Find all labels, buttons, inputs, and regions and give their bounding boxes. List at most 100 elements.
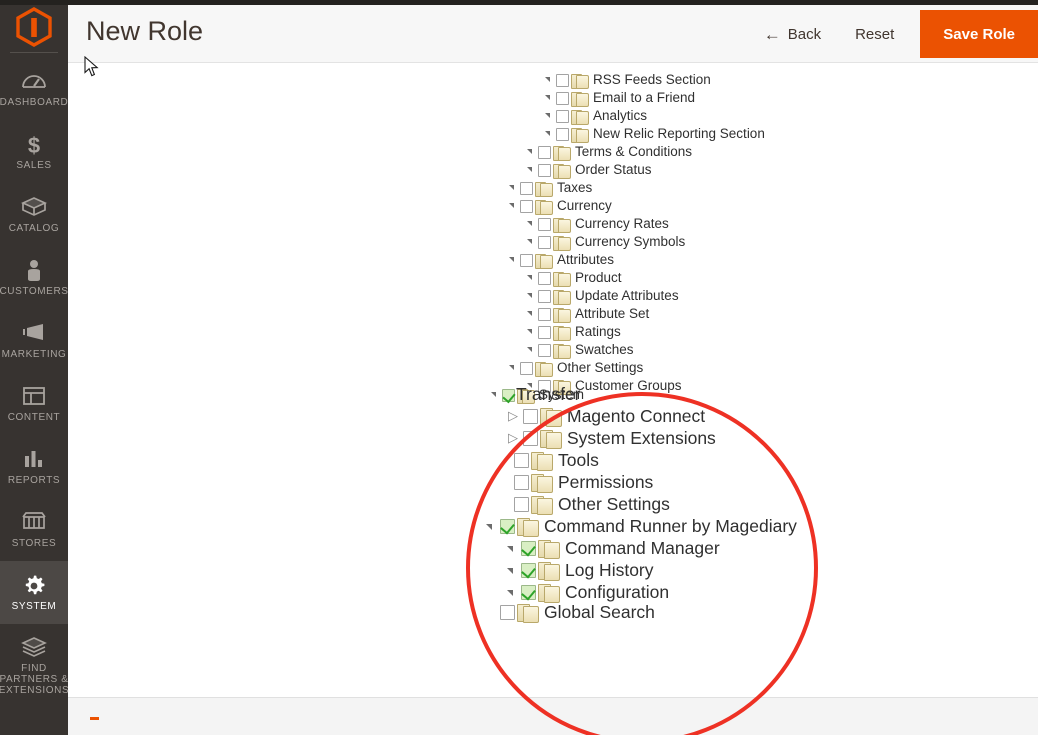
tree-node[interactable]: Attributes (507, 251, 614, 269)
tree-node-label: Log History (565, 560, 654, 580)
tree-node-checkbox[interactable] (538, 289, 551, 303)
tree-node[interactable]: System Extensions (507, 426, 716, 450)
tree-node-checkbox[interactable] (556, 109, 569, 123)
sidebar-item-marketing[interactable]: MARKETING (0, 309, 68, 372)
tree-node-checkbox[interactable] (520, 199, 533, 213)
tree-collapse-icon[interactable] (525, 305, 538, 323)
tree-collapse-icon[interactable] (525, 215, 538, 233)
tree-collapse-icon[interactable] (507, 197, 520, 215)
tree-node-checkbox[interactable] (500, 519, 515, 534)
sidebar-item-catalog[interactable]: CATALOG (0, 183, 68, 246)
tree-collapse-icon[interactable] (507, 179, 520, 197)
person-icon (25, 259, 43, 283)
tree-node[interactable]: Email to a Friend (543, 89, 695, 107)
tree-collapse-icon[interactable] (543, 125, 556, 143)
tree-node-checkbox[interactable] (538, 307, 551, 321)
sidebar-item-sales[interactable]: $ SALES (0, 120, 68, 183)
save-role-button[interactable]: Save Role (920, 10, 1038, 58)
tree-node-checkbox[interactable] (538, 217, 551, 231)
tree-node-checkbox[interactable] (520, 253, 533, 267)
tree-node[interactable]: Command Runner by Magediary (484, 515, 797, 538)
sidebar-item-system[interactable]: SYSTEM (0, 561, 68, 624)
tree-node-checkbox[interactable] (514, 497, 529, 512)
tree-node-checkbox[interactable] (502, 388, 515, 402)
tree-node-checkbox[interactable] (538, 343, 551, 357)
tree-collapse-icon[interactable] (484, 515, 500, 538)
tree-node[interactable]: Tools (498, 449, 599, 472)
tree-node-checkbox[interactable] (538, 271, 551, 285)
tree-collapse-icon[interactable] (525, 143, 538, 161)
tree-node[interactable]: Command Manager (505, 537, 720, 560)
tree-node-checkbox[interactable] (556, 91, 569, 105)
sidebar-item-find-partners-extensions[interactable]: FIND PARTNERS & EXTENSIONS (0, 624, 69, 708)
folder-icon (531, 451, 553, 471)
tree-node[interactable]: Terms & Conditions (525, 143, 692, 161)
tree-node-checkbox[interactable] (523, 409, 538, 424)
tree-expand-icon[interactable] (507, 404, 523, 428)
tree-collapse-icon[interactable] (505, 559, 521, 582)
tree-node-checkbox[interactable] (514, 453, 529, 468)
tree-node[interactable]: Permissions (498, 471, 653, 494)
tree-collapse-icon[interactable] (525, 161, 538, 179)
tree-node[interactable]: Attribute Set (525, 305, 649, 323)
tree-node[interactable]: Taxes (507, 179, 592, 197)
tree-expand-icon[interactable] (507, 426, 523, 450)
tree-collapse-icon[interactable] (525, 269, 538, 287)
tree-node[interactable]: Order Status (525, 161, 652, 179)
tree-node[interactable]: Other Settings (498, 493, 670, 516)
magento-logo[interactable] (0, 0, 68, 53)
sidebar-item-stores[interactable]: STORES (0, 498, 68, 561)
tree-node-checkbox[interactable] (556, 127, 569, 141)
tree-node[interactable]: Other Settings (507, 359, 643, 377)
tree-node-label: Transfer (516, 384, 581, 404)
bar-chart-icon (22, 448, 46, 472)
tree-node-checkbox[interactable] (523, 431, 538, 446)
tree-collapse-icon[interactable] (525, 323, 538, 341)
tree-node[interactable]: Log History (505, 559, 654, 582)
sidebar-item-content[interactable]: CONTENT (0, 372, 68, 435)
tree-collapse-icon[interactable] (507, 359, 520, 377)
sidebar-item-dashboard[interactable]: DASHBOARD (0, 57, 68, 120)
tree-node[interactable]: Product (525, 269, 622, 287)
tree-node[interactable]: Currency Rates (525, 215, 669, 233)
tree-node[interactable]: Transfer (515, 383, 581, 406)
reset-button[interactable]: Reset (845, 20, 904, 49)
tree-collapse-icon[interactable] (543, 89, 556, 107)
tree-node-checkbox[interactable] (500, 605, 515, 620)
tree-collapse-icon[interactable] (505, 537, 521, 560)
tree-node[interactable]: Currency (507, 197, 612, 215)
tree-node-checkbox[interactable] (538, 325, 551, 339)
tree-node-checkbox[interactable] (538, 163, 551, 177)
tree-node-checkbox[interactable] (520, 361, 533, 375)
tree-node[interactable]: Analytics (543, 107, 647, 125)
tree-node[interactable]: Update Attributes (525, 287, 679, 305)
tree-collapse-icon[interactable] (507, 251, 520, 269)
tree-node-checkbox[interactable] (521, 541, 536, 556)
tree-node[interactable]: New Relic Reporting Section (543, 125, 765, 143)
svg-text:$: $ (28, 133, 40, 157)
tree-node-checkbox[interactable] (514, 475, 529, 490)
tree-node[interactable]: RSS Feeds Section (543, 71, 711, 89)
tree-collapse-icon[interactable] (543, 107, 556, 125)
tree-node-checkbox[interactable] (538, 145, 551, 159)
tree-node[interactable]: Magento Connect (507, 404, 705, 428)
tree-node-checkbox[interactable] (521, 563, 536, 578)
tree-node-checkbox[interactable] (556, 73, 569, 87)
tree-collapse-icon[interactable] (525, 233, 538, 251)
tree-node-checkbox[interactable] (520, 181, 533, 195)
tree-node[interactable]: Global Search (484, 601, 655, 624)
tree-node-checkbox[interactable] (521, 585, 536, 600)
tree-collapse-icon[interactable] (525, 341, 538, 359)
sidebar-item-customers[interactable]: CUSTOMERS (0, 246, 68, 309)
tree-node[interactable]: Currency Symbols (525, 233, 685, 251)
tree-node[interactable]: Swatches (525, 341, 634, 359)
sidebar-item-reports[interactable]: REPORTS (0, 435, 68, 498)
tree-collapse-icon[interactable] (525, 287, 538, 305)
tree-node[interactable]: Ratings (525, 323, 621, 341)
tree-collapse-icon[interactable] (543, 71, 556, 89)
tree-node-checkbox[interactable] (538, 235, 551, 249)
back-button[interactable]: ← Back (754, 20, 831, 49)
tree-node-label: Currency Rates (575, 216, 669, 231)
tree-collapse-icon[interactable] (489, 386, 502, 404)
